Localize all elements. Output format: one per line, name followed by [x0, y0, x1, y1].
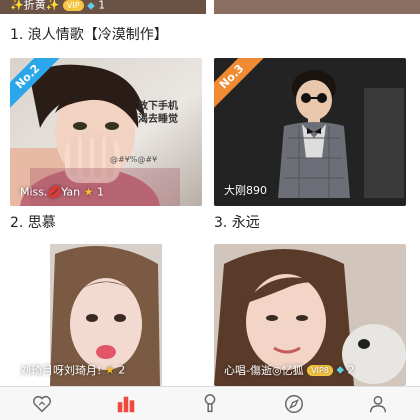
card-watermark: @#¥%@#¥	[110, 155, 158, 164]
top-card-count: 1	[98, 0, 106, 12]
rank-2-count: 1	[97, 185, 104, 198]
top-card-name: ✨折黄✨	[10, 0, 60, 12]
rank-1-label: 1. 浪人情歌【冷漠制作】	[10, 27, 168, 43]
card-5-name: 心唱-傷逝◎忆狐	[224, 364, 304, 377]
card-4-caption: 刘琦月呀刘琦月! ★ 2	[20, 362, 125, 378]
vip-badge: VIP8	[307, 364, 333, 376]
rank-3-caption: 大刚890	[224, 182, 267, 198]
top-card-caption: ✨折黄✨ VIP ◆ 1	[10, 0, 105, 12]
person-icon	[369, 395, 387, 412]
card-5-caption: 心唱-傷逝◎忆狐 VIP8 ◆ 2	[224, 362, 355, 378]
compass-icon	[285, 394, 303, 413]
rank-3-card[interactable]: No.3 大刚890	[214, 58, 406, 206]
tab-ranking[interactable]	[84, 387, 168, 420]
rank-3-label: 3. 永远	[214, 215, 260, 231]
heart-hand-icon	[33, 395, 51, 412]
card-4-count: 2	[118, 363, 126, 377]
diamond-icon: ◆	[336, 364, 345, 376]
star-icon: ★	[83, 185, 94, 198]
overlay-line-1: 放下手机	[138, 101, 178, 112]
card-4-name: 刘琦月呀刘琦月!	[20, 364, 102, 377]
bar-chart-icon	[117, 396, 135, 412]
rank-2-card[interactable]: 放下手机 渴去睡觉 @#¥%@#¥ No.2 Miss.💋Yan ★ 1	[10, 58, 202, 206]
card-5-count: 2	[347, 363, 355, 377]
microphone-icon	[204, 393, 216, 412]
rank-2-name: Miss.💋Yan	[20, 185, 81, 198]
tab-discover[interactable]	[252, 387, 336, 420]
tab-follow[interactable]	[0, 387, 84, 420]
list-card-5[interactable]: 心唱-傷逝◎忆狐 VIP8 ◆ 2	[214, 244, 406, 386]
card-overlay-text: 放下手机 渴去睡觉	[138, 100, 178, 126]
rank-2-caption: Miss.💋Yan ★ 1	[20, 185, 104, 198]
rank-2-label: 2. 思慕	[10, 215, 56, 231]
tab-sing[interactable]	[168, 387, 252, 420]
vip-badge: VIP	[62, 0, 84, 11]
list-card-4[interactable]: 刘琦月呀刘琦月! ★ 2	[10, 244, 202, 386]
rank-3-name: 大刚890	[224, 184, 267, 197]
top-card-right[interactable]	[214, 0, 420, 14]
bottom-tab-bar	[0, 386, 420, 420]
overlay-line-2: 渴去睡觉	[138, 114, 178, 125]
diamond-icon: ◆	[87, 0, 95, 12]
tab-profile[interactable]	[336, 387, 420, 420]
top-card-row[interactable]: ✨折黄✨ VIP ◆ 1	[0, 0, 420, 14]
star-icon: ★	[104, 363, 115, 377]
